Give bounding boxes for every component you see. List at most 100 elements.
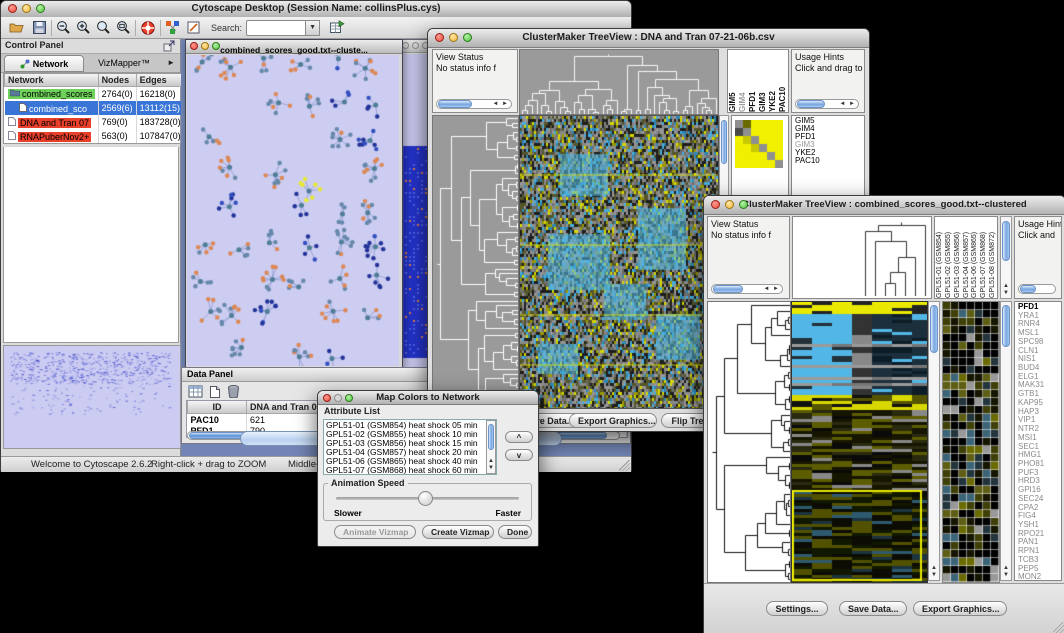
zoom-window-icon[interactable] [345, 394, 353, 402]
tv1-status-scrollbar[interactable]: ◄ ► [436, 99, 512, 109]
tv2-status-scrollbar[interactable]: ◄ ► [711, 284, 783, 294]
network-row-combined-scores[interactable]: combined_scores 2764(0) 16218(0) [5, 87, 185, 102]
column-label[interactable]: GIM5 [728, 50, 738, 112]
float-panel-icon[interactable] [163, 40, 175, 52]
tv2-gene-list[interactable]: PFD1YRA1RNR4MSL1SPC98CLN1NIS1BUD4ELG1MAK… [1014, 301, 1062, 581]
treeview1-titlebar[interactable]: ClusterMaker TreeView : DNA and Tran 07-… [428, 29, 869, 48]
column-label[interactable]: GPL51-02 (GSM855) [944, 217, 953, 298]
minimize-icon[interactable] [449, 33, 458, 42]
open-session-icon[interactable] [9, 20, 25, 35]
zoom-fit-icon[interactable] [96, 20, 111, 35]
column-label[interactable]: GPL51-03 (GSM856) [953, 217, 962, 298]
column-label[interactable]: PFD1 [748, 50, 758, 112]
tv1-global-matrix[interactable] [735, 120, 783, 168]
zoom-window-icon[interactable] [36, 4, 45, 13]
move-attribute-up-button[interactable]: ^ [505, 431, 533, 443]
tabs-overflow-arrow[interactable]: ► [167, 54, 180, 72]
main-titlebar[interactable]: Cytoscape Desktop (Session Name: collins… [1, 1, 631, 18]
close-icon[interactable] [323, 394, 331, 402]
column-label[interactable]: GPL51-06 (GSM865) [970, 217, 979, 298]
column-label[interactable]: GPL51-07 (GSM868) [979, 217, 988, 298]
status-welcome: Welcome to Cytoscape 2.6.2 [31, 459, 152, 470]
column-label[interactable]: PAC10 [778, 50, 788, 112]
tv2-column-dendrogram[interactable] [860, 218, 930, 296]
network-canvas[interactable] [187, 55, 399, 366]
birdseye-view[interactable] [3, 345, 181, 449]
close-icon[interactable] [711, 200, 720, 209]
tv2-settings-button[interactable]: Settings... [766, 601, 828, 616]
zoom-window-icon[interactable] [212, 42, 220, 50]
network-frame-titlebar[interactable]: combined_scores_good.txt--cluste... [186, 40, 402, 54]
column-label[interactable]: GIM3 [758, 50, 768, 112]
tv2-gene-scrollbar[interactable]: ▲▼ [1000, 301, 1012, 581]
tv1-row-dendrogram[interactable] [432, 115, 519, 409]
new-attribute-icon[interactable] [209, 385, 221, 398]
column-label[interactable]: GIM4 [738, 50, 748, 112]
tv1-usage-scrollbar[interactable]: ◄ ► [795, 99, 859, 109]
network-row-selected[interactable]: combined_sco 2569(6) 13112(15) [5, 101, 185, 115]
annotation-icon[interactable] [186, 20, 201, 35]
zoom-in-icon[interactable] [76, 20, 91, 35]
speed-slider-thumb[interactable] [418, 491, 433, 506]
close-icon[interactable] [190, 42, 198, 50]
column-label[interactable]: YKE2 [768, 50, 778, 112]
resize-grip[interactable] [1053, 622, 1064, 633]
attribute-list[interactable]: GPL51-01 (GSM854) heat shock 05 minGPL51… [323, 419, 497, 475]
attribute-table-icon[interactable] [188, 385, 203, 398]
vizmapper-grid-icon[interactable] [165, 20, 180, 35]
tv2-usage-scrollbar[interactable] [1018, 284, 1056, 294]
tv2-column-dendrogram-panel [792, 216, 932, 299]
tv2-heatmap[interactable] [791, 301, 928, 583]
close-icon[interactable] [435, 33, 444, 42]
minimize-icon[interactable] [725, 200, 734, 209]
import-table-icon[interactable] [329, 20, 345, 35]
tv1-heatmap[interactable] [519, 115, 719, 409]
done-button[interactable]: Done [498, 525, 532, 539]
help-lifering-icon[interactable] [140, 20, 156, 36]
minimize-icon[interactable] [412, 42, 419, 49]
tv2-row-dendrogram[interactable] [707, 301, 791, 583]
close-icon[interactable] [402, 42, 409, 49]
minimize-icon[interactable] [22, 4, 31, 13]
zoom-out-icon[interactable] [56, 20, 71, 35]
zoom-window-icon[interactable] [739, 200, 748, 209]
gene-label[interactable]: PAC10 [795, 157, 864, 165]
tv1-column-dendrogram[interactable] [519, 49, 719, 115]
network-list-header[interactable]: Network Nodes Edges [5, 74, 185, 87]
tv1-view-status: View Status No status info f ◄ ► [432, 49, 518, 113]
network-list-empty-area[interactable] [3, 147, 179, 343]
tv2-export-graphics-button[interactable]: Export Graphics... [913, 601, 1007, 616]
network-view-frame[interactable]: combined_scores_good.txt--cluste... [185, 39, 403, 369]
resize-grip[interactable] [619, 460, 630, 471]
save-session-icon[interactable] [32, 20, 47, 35]
animate-vizmap-button[interactable]: Animate Vizmap [334, 525, 416, 539]
search-input[interactable] [246, 20, 305, 36]
create-vizmap-button[interactable]: Create Vizmap [422, 525, 494, 539]
tv2-column-scrollbar[interactable]: ▲▼ [1000, 216, 1012, 299]
tab-vizmapper[interactable]: VizMapper™ [84, 54, 164, 72]
move-attribute-down-button[interactable]: v [505, 449, 533, 461]
zoom-window-icon[interactable] [463, 33, 472, 42]
network-row-rnapuber[interactable]: RNAPuberNov2+ 563(0) 107847(0) [5, 129, 185, 143]
dialog-titlebar[interactable]: Map Colors to Network [318, 391, 538, 405]
column-label[interactable]: GPL51-01 (GSM854) [935, 217, 944, 298]
slower-label: Slower [334, 508, 362, 518]
zoom-selected-icon[interactable] [116, 20, 131, 35]
tab-network[interactable]: Network [4, 55, 84, 72]
column-label[interactable]: GPL51-08 (GSM872) [988, 217, 997, 298]
tv2-save-data-button[interactable]: Save Data... [839, 601, 907, 616]
search-dropdown-button[interactable]: ▼ [305, 20, 320, 36]
treeview2-titlebar[interactable]: ClusterMaker TreeView : combined_scores_… [704, 196, 1064, 215]
tab-network-label: Network [33, 59, 69, 69]
gene-label[interactable]: MON2 [1018, 573, 1061, 581]
tv1-export-graphics-button[interactable]: Export Graphics... [569, 413, 657, 428]
network-row-dna-tran[interactable]: DNA and Tran 07 769(0) 183728(0) [5, 115, 185, 129]
attribute-item[interactable]: GPL51-07 (GSM868) heat shock 60 min [326, 466, 494, 475]
attribute-list-scrollbar[interactable]: ▲▼ [486, 420, 496, 474]
minimize-icon[interactable] [334, 394, 342, 402]
tv2-heatmap-scrollbar[interactable]: ▲▼ [928, 301, 940, 581]
close-icon[interactable] [8, 4, 17, 13]
tv2-global-heatmap[interactable] [942, 301, 1000, 583]
minimize-icon[interactable] [201, 42, 209, 50]
delete-attribute-icon[interactable] [227, 384, 240, 398]
